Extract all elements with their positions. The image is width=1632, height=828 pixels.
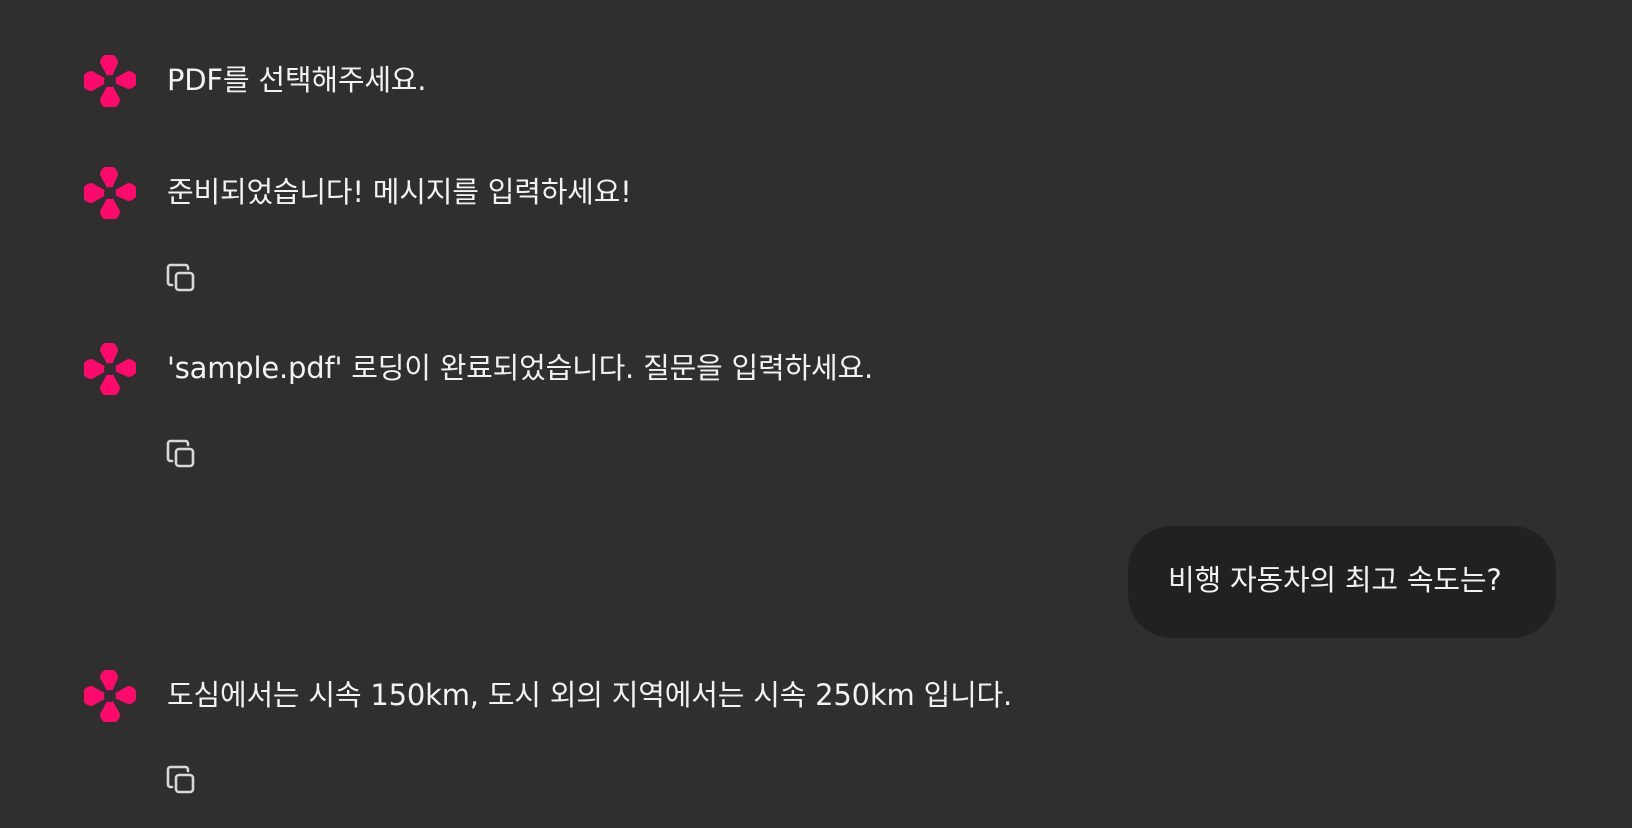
- message-text: 도심에서는 시속 150km, 도시 외의 지역에서는 시속 250km 입니다…: [167, 678, 1013, 712]
- assistant-message: 도심에서는 시속 150km, 도시 외의 지역에서는 시속 250km 입니다…: [0, 0, 1632, 810]
- chat-window: PDF를 선택해주세요. 준비되었습니다! 메시지를 입력하세요! 'sampl…: [0, 0, 1632, 828]
- copy-icon[interactable]: [163, 762, 203, 802]
- pink-four-petal-logo-icon: [84, 670, 136, 722]
